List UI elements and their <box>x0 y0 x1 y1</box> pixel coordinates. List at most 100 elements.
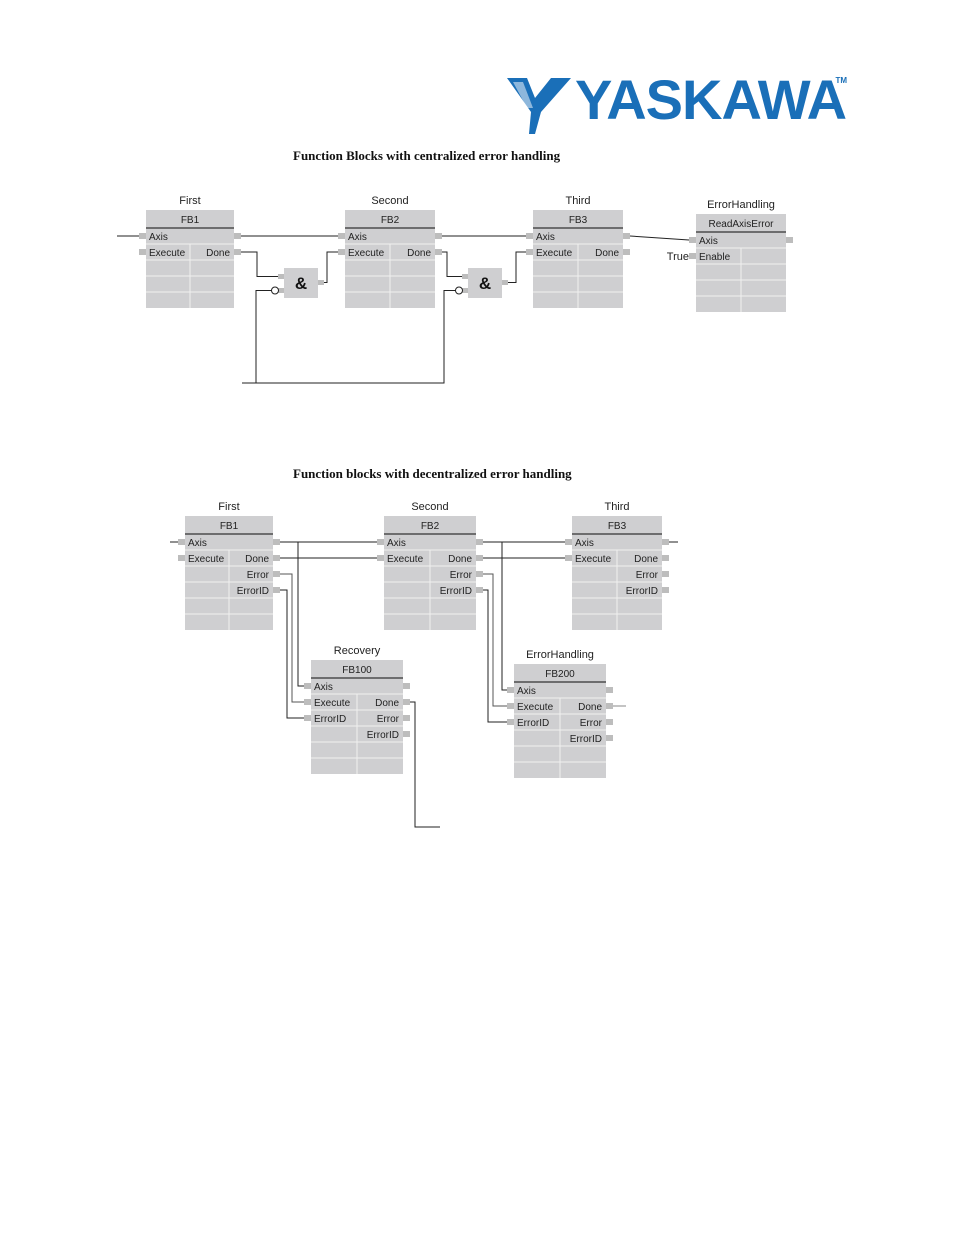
output-label-errorid: ErrorID <box>237 586 269 597</box>
input-pin <box>507 719 514 725</box>
input-pin <box>338 249 345 255</box>
input-label-errorid: ErrorID <box>314 714 346 725</box>
c-wire-done2-gate2 <box>442 251 462 277</box>
input-pin <box>139 233 146 239</box>
block-instance-name: First <box>179 195 200 207</box>
input-label-execute: Execute <box>536 248 573 259</box>
block-instance-name: Second <box>371 195 408 207</box>
input-pin <box>377 555 384 561</box>
output-pin <box>435 233 442 239</box>
block-type-name: FB2 <box>381 215 400 226</box>
output-pin <box>476 555 483 561</box>
output-pin <box>435 249 442 255</box>
input-pin <box>565 555 572 561</box>
output-pin <box>606 719 613 725</box>
input-label-execute: Execute <box>314 698 351 709</box>
input-pin <box>507 703 514 709</box>
d-wire-error2-errorhandling <box>483 573 507 707</box>
d-wire-axis-errorhandling <box>501 542 507 691</box>
input-label-axis: Axis <box>536 232 555 243</box>
output-label-error: Error <box>580 718 603 729</box>
output-label-done: Done <box>578 702 602 713</box>
input-label-axis: Axis <box>699 236 718 247</box>
output-pin <box>476 571 483 577</box>
input-pin <box>304 715 311 721</box>
input-label-execute: Execute <box>517 702 554 713</box>
input-pin <box>689 253 696 259</box>
output-label-error: Error <box>636 570 659 581</box>
c-block-fb2: Second FB2 Axis Execute Done <box>338 195 442 308</box>
d-block-fb1: First FB1 Axis Execute Done Error ErrorID <box>178 501 280 630</box>
input-label-execute: Execute <box>149 248 186 259</box>
output-pin <box>606 735 613 741</box>
output-pin <box>476 587 483 593</box>
input-label-axis: Axis <box>348 232 367 243</box>
d-wire-errorid2-errorhandling <box>483 589 507 723</box>
output-pin <box>786 237 793 243</box>
output-label-done: Done <box>245 554 269 565</box>
output-pin <box>273 539 280 545</box>
input-label-axis: Axis <box>314 682 333 693</box>
block-instance-name: Third <box>604 501 629 513</box>
input-pin <box>507 687 514 693</box>
input-pin <box>689 237 696 243</box>
c-wire-done1-gate1 <box>241 251 278 277</box>
c-wire-gate2-exec3 <box>508 251 526 283</box>
input-pin <box>377 539 384 545</box>
input-pin <box>304 683 311 689</box>
d-block-fb2: Second FB2 Axis Execute Done Error ErrorID <box>377 501 483 630</box>
output-label-errorid: ErrorID <box>570 734 602 745</box>
output-pin <box>662 587 669 593</box>
block-type-name: FB1 <box>181 215 200 226</box>
output-label-error: Error <box>377 714 400 725</box>
block-type-name: ReadAxisError <box>708 219 774 230</box>
block-instance-name: ErrorHandling <box>707 199 775 211</box>
block-instance-name: Third <box>565 195 590 207</box>
block-type-name: FB1 <box>220 521 239 532</box>
blocks: First FB1 Axis Execute Done Second FB2 Axis Exec… <box>139 195 793 778</box>
input-label-enable: Enable <box>699 252 731 263</box>
and-gate-2: & <box>455 268 508 298</box>
block-instance-name: First <box>218 501 239 513</box>
input-label-axis: Axis <box>188 538 207 549</box>
c-block-fb3: Third FB3 Axis Execute Done <box>526 195 630 308</box>
block-type-name: FB100 <box>342 665 372 676</box>
and-symbol: & <box>295 274 307 293</box>
input-label-axis: Axis <box>149 232 168 243</box>
output-label-done: Done <box>375 698 399 709</box>
output-label-done: Done <box>407 248 431 259</box>
output-pin <box>403 731 410 737</box>
negation-bubble <box>271 286 279 295</box>
output-pin <box>273 587 280 593</box>
output-label-errorid: ErrorID <box>440 586 472 597</box>
output-pin <box>403 683 410 689</box>
input-label-axis: Axis <box>387 538 406 549</box>
input-pin <box>304 699 311 705</box>
input-pin <box>178 539 185 545</box>
block-type-name: FB3 <box>569 215 588 226</box>
c-wire-axis-3-eh <box>629 235 690 241</box>
output-label-errorid: ErrorID <box>367 730 399 741</box>
output-pin <box>234 249 241 255</box>
output-pin <box>662 571 669 577</box>
c-block-fb1: First FB1 Axis Execute Done <box>139 195 241 308</box>
output-label-error: Error <box>247 570 270 581</box>
input-label-execute: Execute <box>348 248 385 259</box>
block-type-name: FB2 <box>421 521 440 532</box>
block-type-name: FB200 <box>545 669 575 680</box>
and-gate-1: & <box>271 268 324 298</box>
output-pin <box>606 687 613 693</box>
output-pin <box>623 233 630 239</box>
input-label-execute: Execute <box>575 554 612 565</box>
block-instance-name: Second <box>411 501 448 513</box>
and-symbol: & <box>479 274 491 293</box>
input-label-execute: Execute <box>387 554 424 565</box>
d-block-fb100: Recovery FB100 Axis Execute ErrorID Done Error… <box>304 645 410 774</box>
output-pin <box>662 555 669 561</box>
negation-bubble <box>455 286 463 295</box>
c-block-readaxiserror: ErrorHandling ReadAxisError Axis Enable <box>689 199 793 312</box>
d-block-fb3: Third FB3 Axis Execute Done Error ErrorID <box>565 501 669 630</box>
d-wire-recovery-done <box>410 701 440 828</box>
input-pin <box>565 539 572 545</box>
output-pin <box>273 571 280 577</box>
